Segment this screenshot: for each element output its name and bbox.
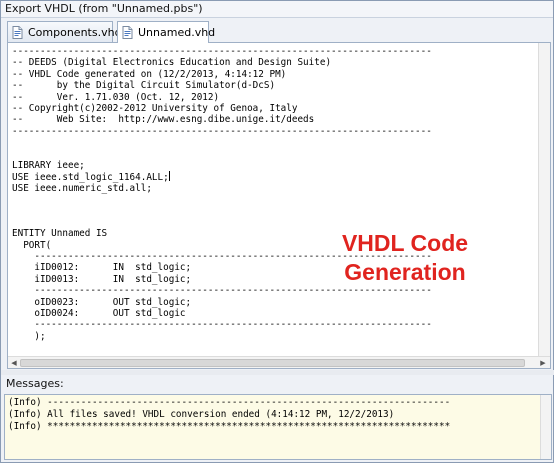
- code-line: -- VHDL Code generated on (12/2/2013, 4:…: [12, 68, 287, 80]
- code-line: );: [12, 330, 46, 342]
- tab-label: Unnamed.vhd: [138, 26, 216, 39]
- export-vhdl-window: Export VHDL (from "Unnamed.pbs") Compone…: [0, 0, 554, 463]
- vhdl-code-editor[interactable]: ----------------------------------------…: [7, 42, 551, 369]
- code-line: LIBRARY ieee;: [12, 159, 85, 171]
- code-line: ----------------------------------------…: [12, 125, 432, 137]
- caption-line-2: Generation: [344, 259, 466, 285]
- code-line: ----------------------------------------…: [12, 319, 432, 331]
- vertical-scrollbar[interactable]: [538, 43, 550, 356]
- tab-unnamed-vhd[interactable]: Unnamed.vhd: [117, 21, 215, 43]
- code-line: -- Ver. 1.71.030 (Oct. 12, 2012): [12, 91, 220, 103]
- messages-panel[interactable]: (Info) ---------------------------------…: [4, 394, 552, 460]
- caption-line-1: VHDL Code: [341, 230, 469, 256]
- messages-scrollbar[interactable]: [540, 395, 551, 459]
- panel-splitter[interactable]: [1, 370, 554, 375]
- scroll-right-arrow-icon[interactable]: ▶: [538, 358, 548, 368]
- tab-components-vhd[interactable]: Components.vhd: [7, 21, 122, 42]
- code-line: -- Web Site: http://www.esng.dibe.unige.…: [12, 114, 315, 126]
- vhd-document-icon: [122, 26, 133, 39]
- vhdl-code-generation-caption: VHDL Code Generation: [330, 229, 480, 287]
- tab-bar: Components.vhd Unnamed.vhd: [7, 21, 547, 43]
- code-line: -- by the Digital Circuit Simulator(d-Dc…: [12, 80, 276, 92]
- code-line: oID0023: OUT std_logic;: [12, 296, 192, 308]
- tab-label: Components.vhd: [28, 25, 122, 39]
- text-caret: [168, 171, 170, 182]
- code-line: -- DEEDS (Digital Electronics Education …: [12, 57, 332, 69]
- code-line: USE ieee.std_logic_1164.ALL;: [12, 171, 170, 184]
- vhd-document-icon: [12, 25, 23, 39]
- code-line: oID0024: OUT std_logic: [12, 307, 186, 319]
- window-title: Export VHDL (from "Unnamed.pbs"): [1, 1, 553, 18]
- message-line: (Info) ---------------------------------…: [8, 397, 451, 408]
- code-line: ----------------------------------------…: [12, 46, 432, 57]
- code-line: USE ieee.numeric_std.all;: [12, 182, 152, 194]
- scroll-left-arrow-icon[interactable]: ◀: [9, 358, 19, 368]
- code-text-area[interactable]: ----------------------------------------…: [12, 46, 530, 356]
- messages-label: Messages:: [6, 377, 64, 390]
- scrollbar-thumb[interactable]: [20, 359, 525, 367]
- code-line: -- Copyright(c)2002-2012 University of G…: [12, 102, 298, 114]
- horizontal-scrollbar[interactable]: ◀ ▶: [8, 356, 550, 368]
- message-line: (Info) All files saved! VHDL conversion …: [8, 409, 395, 420]
- messages-list: (Info) ---------------------------------…: [5, 397, 541, 433]
- message-line: (Info) *********************************…: [8, 421, 451, 432]
